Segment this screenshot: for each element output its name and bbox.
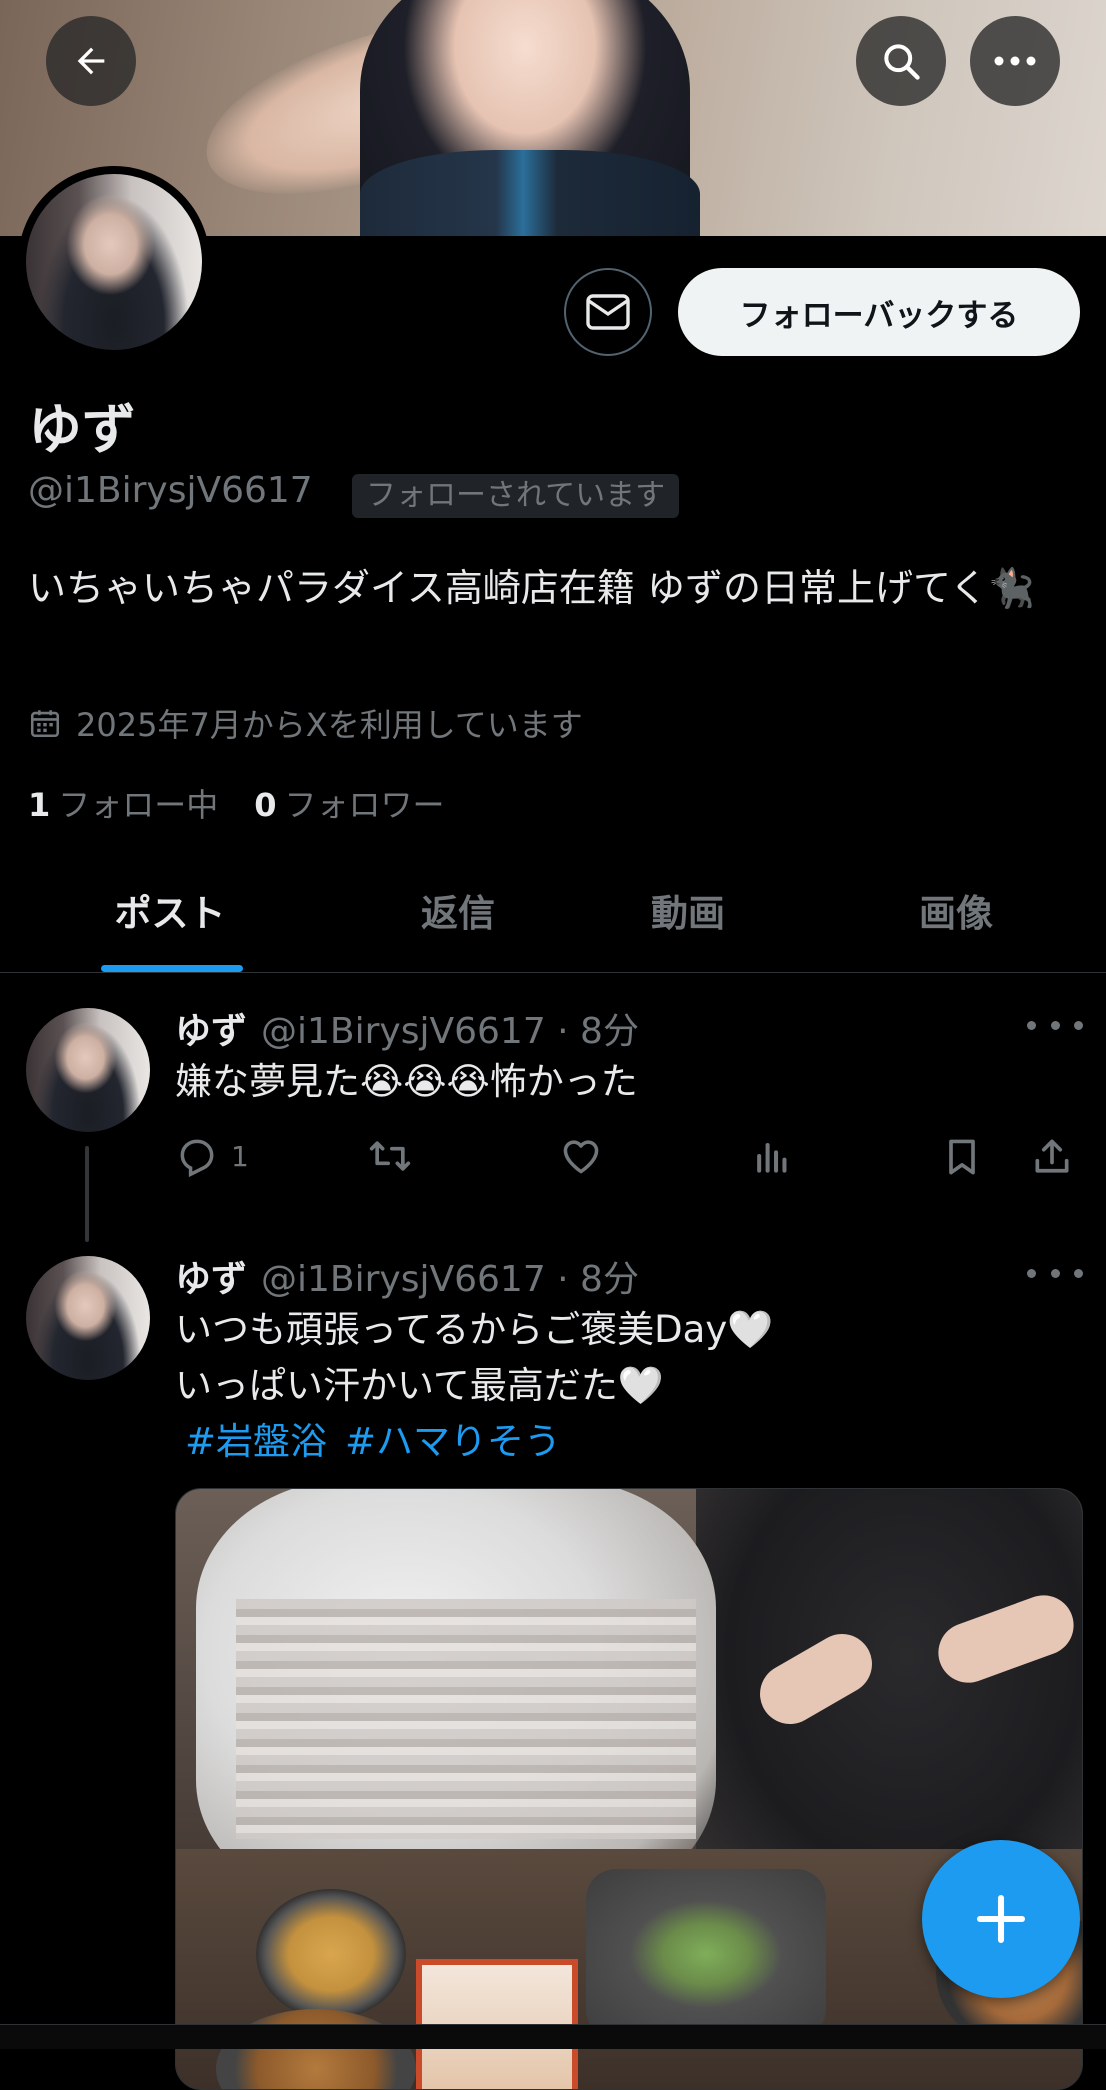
more-dot xyxy=(1074,1020,1083,1030)
join-date-text: 2025年7月からXを利用しています xyxy=(76,706,583,744)
post-more-button[interactable] xyxy=(1027,1010,1083,1040)
thread-connector-line xyxy=(85,1146,89,1242)
calendar-icon xyxy=(30,710,60,738)
repost-button[interactable] xyxy=(366,1134,414,1178)
views-button[interactable] xyxy=(750,1134,794,1178)
post-image[interactable] xyxy=(175,1488,1083,2090)
bookmark-button[interactable] xyxy=(940,1134,984,1180)
tab-posts[interactable]: ポスト xyxy=(60,850,280,970)
reply-count: 1 xyxy=(231,1139,249,1173)
post-header: ゆず @i1BirysjV6617 · 8分 xyxy=(175,1250,639,1302)
following-count: 1 xyxy=(28,786,51,824)
post-author-name[interactable]: ゆず xyxy=(175,1259,247,1300)
post-meta: @i1BirysjV6617 · 8分 xyxy=(261,1259,639,1300)
followers-stat[interactable]: 0 フォロワー xyxy=(254,780,444,826)
search-icon xyxy=(884,44,920,80)
followers-label: フォロワー xyxy=(284,786,445,824)
back-button[interactable] xyxy=(46,16,136,106)
follow-back-button[interactable]: フォローバックする xyxy=(678,268,1080,356)
post-text: いつも頑張ってるからご褒美Day🤍 いっぱい汗かいて最高だた🤍 #岩盤浴 #ハマり… xyxy=(175,1302,773,1470)
post-hashtags: #岩盤浴 #ハマりそう xyxy=(175,1414,773,1470)
follow-stats: 1 フォロー中 0 フォロワー xyxy=(28,780,445,826)
repost-icon xyxy=(369,1141,411,1171)
post-header: ゆず @i1BirysjV6617 · 8分 xyxy=(175,1002,639,1054)
analytics-icon xyxy=(757,1142,787,1173)
post-avatar[interactable] xyxy=(26,1008,150,1132)
message-button[interactable] xyxy=(564,268,652,356)
more-icon xyxy=(994,56,1036,66)
followers-count: 0 xyxy=(254,786,277,824)
share-button[interactable] xyxy=(1030,1134,1074,1180)
share-icon xyxy=(1035,1139,1069,1173)
post-author-name[interactable]: ゆず xyxy=(175,1011,247,1052)
more-dot xyxy=(1027,1020,1036,1030)
following-stat[interactable]: 1 フォロー中 xyxy=(28,780,218,826)
tab-images[interactable]: 画像 xyxy=(848,850,1064,970)
bookmark-icon xyxy=(949,1139,975,1175)
back-arrow-icon xyxy=(77,47,105,75)
active-tab-indicator xyxy=(101,965,243,972)
more-dot xyxy=(1027,1268,1036,1278)
profile-avatar[interactable] xyxy=(18,166,210,358)
join-date: 2025年7月からXを利用しています xyxy=(28,700,583,746)
profile-tabs: ポスト 返信 動画 画像 xyxy=(0,850,1106,973)
hashtag-link[interactable]: #岩盤浴 xyxy=(185,1420,327,1463)
following-label: フォロー中 xyxy=(58,786,219,824)
profile-handle: @i1BirysjV6617 xyxy=(28,470,313,511)
banner-photo-shirt xyxy=(360,150,700,236)
hashtag-link[interactable]: #ハマりそう xyxy=(345,1420,561,1463)
avatar-image xyxy=(26,174,202,350)
compose-post-button[interactable] xyxy=(922,1840,1080,1998)
photo-grill xyxy=(586,1869,826,2039)
tab-replies[interactable]: 返信 xyxy=(350,850,566,970)
tab-videos[interactable]: 動画 xyxy=(580,850,796,970)
reply-icon xyxy=(180,1139,214,1178)
photo-fries xyxy=(256,1889,406,2019)
follows-you-badge: フォローされています xyxy=(352,474,680,518)
photo-blur-region xyxy=(236,1599,696,1839)
bottom-edge xyxy=(0,2024,1106,2049)
more-dot xyxy=(1050,1268,1060,1278)
plus-icon xyxy=(976,1894,1026,1944)
reply-button[interactable]: 1 xyxy=(175,1134,249,1178)
profile-display-name: ゆず xyxy=(28,398,136,461)
more-options-button[interactable] xyxy=(970,16,1060,106)
post-text-line: いつも頑張ってるからご褒美Day🤍 xyxy=(175,1308,774,1351)
more-dot xyxy=(1074,1268,1083,1278)
post-meta: @i1BirysjV6617 · 8分 xyxy=(261,1011,639,1052)
heart-icon xyxy=(563,1140,599,1174)
post-text: 嫌な夢見た😭😭😭怖かった xyxy=(175,1060,638,1103)
search-button[interactable] xyxy=(856,16,946,106)
post-more-button[interactable] xyxy=(1027,1258,1083,1288)
like-button[interactable] xyxy=(558,1134,604,1178)
post-avatar[interactable] xyxy=(26,1256,150,1380)
post-text-line: いっぱい汗かいて最高だた🤍 xyxy=(175,1364,664,1407)
profile-bio: いちゃいちゃパラダイス高崎店在籍 ゆずの日常上げてく🐈‍⬛ xyxy=(28,566,1036,610)
mail-icon xyxy=(586,294,630,330)
more-dot xyxy=(1050,1020,1060,1030)
